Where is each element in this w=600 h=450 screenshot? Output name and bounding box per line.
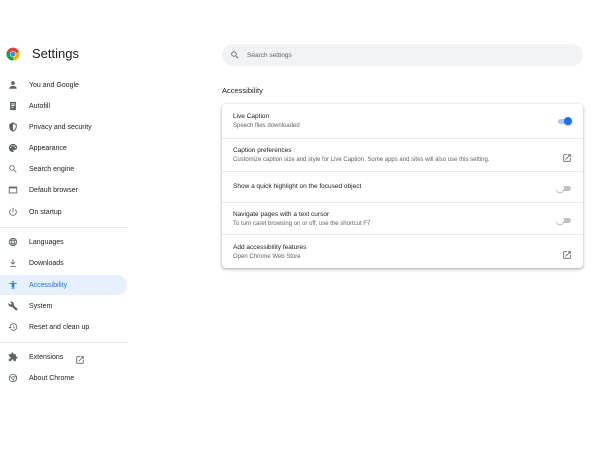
setting-title: Show a quick highlight on the focused ob… (233, 183, 362, 190)
sidebar-item-label: Autofill (29, 102, 51, 110)
sidebar-item-languages[interactable]: Languages (0, 232, 127, 252)
sidebar-item-label: Privacy and security (29, 123, 92, 131)
sidebar-item-downloads[interactable]: Downloads (0, 253, 127, 273)
setting-subtitle: Open Chrome Web Store (233, 254, 301, 260)
sidebar-item-default-browser[interactable]: Default browser (0, 180, 127, 200)
sidebar-item-label: Appearance (29, 144, 67, 152)
sidebar-item-appearance[interactable]: Appearance (0, 138, 127, 158)
caption-preferences-launch-icon[interactable] (562, 150, 572, 162)
puzzle-icon (8, 352, 18, 362)
sidebar-item-label: Accessibility (29, 281, 68, 289)
web-store-launch-icon[interactable] (562, 247, 572, 259)
person-icon (8, 80, 18, 90)
accessibility-icon (8, 280, 18, 290)
download-icon (8, 258, 18, 268)
chrome-icon (8, 373, 18, 383)
sidebar-item-label: Search engine (29, 165, 75, 173)
sidebar: You and Google Autofill Privacy and secu… (0, 0, 128, 450)
setting-row-focus-highlight[interactable]: Show a quick highlight on the focused ob… (222, 171, 583, 202)
setting-subtitle: Customize caption size and style for Liv… (233, 157, 490, 163)
sidebar-divider (0, 227, 128, 228)
setting-title: Add accessibility features (233, 244, 307, 251)
sidebar-item-label: You and Google (29, 81, 79, 89)
sidebar-item-label: System (29, 302, 53, 310)
toggle-knob (564, 117, 572, 125)
search-icon (8, 164, 18, 174)
restore-icon (8, 322, 18, 332)
clipboard-icon (8, 101, 18, 111)
sidebar-item-privacy-and-security[interactable]: Privacy and security (0, 117, 127, 137)
sidebar-item-search-engine[interactable]: Search engine (0, 159, 127, 179)
setting-title: Navigate pages with a text cursor (233, 211, 330, 218)
sidebar-item-label: Languages (29, 238, 64, 246)
external-link-icon (75, 352, 85, 364)
sidebar-item-about-chrome[interactable]: About Chrome (0, 368, 127, 388)
shield-icon (8, 122, 18, 132)
wrench-icon (8, 301, 18, 311)
setting-title: Caption preferences (233, 147, 292, 154)
section-title: Accessibility (222, 86, 263, 95)
power-icon (8, 207, 18, 217)
setting-subtitle: Speech files downloaded (233, 123, 300, 129)
sidebar-item-label: Default browser (29, 186, 79, 194)
sidebar-item-autofill[interactable]: Autofill (0, 96, 127, 116)
setting-row-add-accessibility-features[interactable]: Add accessibility features Open Chrome W… (222, 234, 583, 268)
sidebar-item-label: Extensions (29, 353, 64, 361)
focus-highlight-toggle[interactable] (556, 184, 572, 192)
setting-title: Live Caption (233, 113, 270, 120)
sidebar-item-reset-and-clean-up[interactable]: Reset and clean up (0, 317, 127, 337)
search-input[interactable] (247, 51, 567, 59)
sidebar-item-extensions[interactable]: Extensions (0, 347, 127, 367)
caret-browsing-toggle[interactable] (556, 216, 572, 224)
sidebar-divider (0, 342, 128, 343)
browser-icon (8, 185, 18, 195)
sidebar-item-system[interactable]: System (0, 296, 127, 316)
palette-icon (8, 143, 18, 153)
toggle-knob (556, 184, 564, 192)
setting-row-live-caption[interactable]: Live Caption Speech files downloaded (222, 104, 583, 138)
live-caption-toggle[interactable] (556, 117, 572, 125)
setting-row-caption-preferences[interactable]: Caption preferences Customize caption si… (222, 138, 583, 171)
sidebar-item-you-and-google[interactable]: You and Google (0, 75, 127, 95)
sidebar-item-accessibility[interactable]: Accessibility (0, 275, 127, 295)
search-icon (231, 51, 239, 59)
sidebar-item-on-startup[interactable]: On startup (0, 202, 127, 222)
sidebar-item-label: About Chrome (29, 374, 75, 382)
accessibility-settings-card: Live Caption Speech files downloaded Cap… (222, 104, 583, 268)
globe-icon (8, 237, 18, 247)
search-bar[interactable] (222, 44, 583, 66)
sidebar-item-label: Downloads (29, 259, 64, 267)
sidebar-item-label: Reset and clean up (29, 323, 90, 331)
setting-subtitle: To turn caret browsing on or off, use th… (233, 221, 371, 227)
sidebar-item-label: On startup (29, 208, 62, 216)
toggle-knob (556, 216, 564, 224)
setting-row-caret-browsing[interactable]: Navigate pages with a text cursor To tur… (222, 202, 583, 234)
